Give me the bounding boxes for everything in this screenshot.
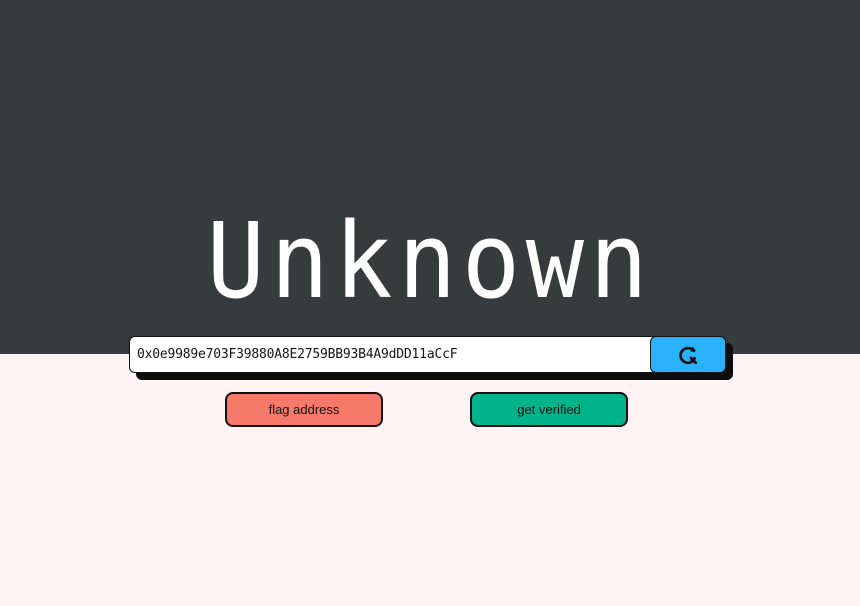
flag-address-button[interactable]: flag address [225,392,383,427]
bottom-panel [0,354,860,606]
search-box [129,336,726,373]
search-button[interactable] [650,337,725,372]
get-verified-button[interactable]: get verified [470,392,628,427]
search-refresh-icon [679,346,698,364]
address-search-input[interactable] [130,337,650,372]
address-status-title: Unknown [206,200,654,322]
